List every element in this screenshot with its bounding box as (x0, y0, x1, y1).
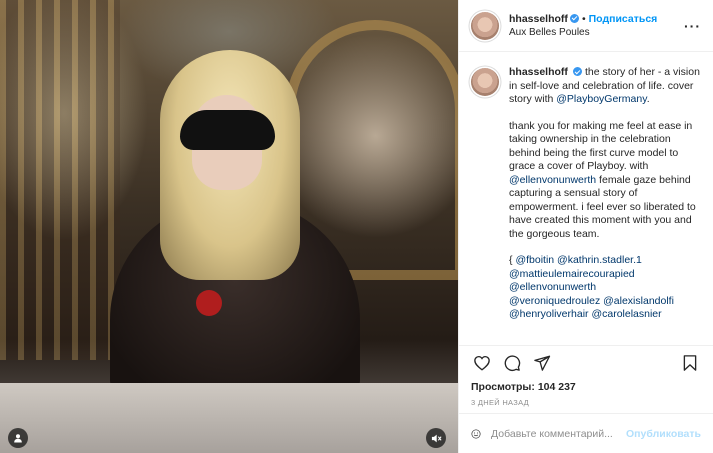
mention-link[interactable]: @alexislandolfi (603, 295, 674, 307)
avatar[interactable] (471, 11, 499, 40)
post-header: hhasselhoff • Подписаться Aux Belles Poule… (459, 0, 713, 52)
comment-input[interactable] (491, 427, 627, 440)
mention-link[interactable]: @carolelasnier (591, 308, 661, 320)
location-link[interactable]: Aux Belles Poules (509, 26, 657, 40)
comment-bar: Опубликовать (459, 413, 713, 453)
audio-toggle-button[interactable] (426, 428, 446, 448)
caption-avatar[interactable] (471, 68, 499, 96)
mention-link[interactable]: @ellenvonunwerth (509, 174, 596, 186)
views-value: 104 237 (537, 381, 576, 393)
follow-button[interactable]: Подписаться (589, 13, 658, 25)
share-button[interactable] (531, 352, 553, 374)
user-tag-button[interactable] (8, 428, 28, 448)
save-button[interactable] (679, 352, 701, 374)
table-foreground (0, 383, 458, 453)
background-wall (0, 0, 120, 360)
caption-text: hhasselhoff the story of her - a vision i… (509, 66, 701, 345)
comment-icon (504, 354, 521, 371)
view-count[interactable]: Просмотры: 104 237 (459, 379, 713, 395)
views-label: Просмотры: (471, 381, 535, 393)
mention-link[interactable]: @mattieulemairecourapied (509, 268, 635, 280)
paper-plane-icon (534, 355, 551, 371)
mute-speaker-icon (431, 434, 442, 442)
heart-icon (474, 355, 490, 371)
mention-link[interactable]: @ellenvonunwerth (509, 281, 596, 293)
mention-link[interactable]: @kathrin.stadler.1 (557, 254, 642, 266)
comment-button[interactable] (501, 352, 523, 374)
user-tag-icon (14, 434, 22, 443)
separator-dot: • (581, 12, 586, 25)
caption-area: hhasselhoff the story of her - a vision i… (459, 52, 713, 345)
verified-badge-icon (572, 67, 582, 76)
publish-button[interactable]: Опубликовать (626, 428, 701, 440)
figure-mask (180, 110, 275, 150)
more-horizontal-icon[interactable]: ··· (684, 18, 701, 34)
mention-link[interactable]: @PlayboyGermany (556, 93, 646, 105)
author-username[interactable]: hhasselhoff (509, 13, 568, 25)
caption-para2: thank you for making me feel at ease in … (509, 119, 693, 173)
rose (196, 290, 222, 316)
header-text: hhasselhoff • Подписаться Aux Belles Poule… (509, 12, 657, 40)
caption-username[interactable]: hhasselhoff (509, 66, 568, 78)
mention-link[interactable]: @fboitin (515, 254, 554, 266)
post-container: hhasselhoff • Подписаться Aux Belles Poule… (0, 0, 713, 453)
post-video[interactable] (0, 0, 458, 453)
post-timestamp[interactable]: 3 ДНЕЙ НАЗАД (459, 395, 713, 413)
caption-line1-end: . (646, 93, 650, 105)
mention-link[interactable]: @veroniquedroulez (509, 295, 600, 307)
post-side-panel: hhasselhoff • Подписаться Aux Belles Poule… (458, 0, 713, 453)
like-button[interactable] (471, 352, 493, 374)
bookmark-icon (683, 354, 697, 371)
verified-badge-icon (569, 13, 579, 23)
action-bar (459, 345, 713, 379)
smiley-icon[interactable] (471, 425, 481, 443)
mention-link[interactable]: @henryoliverhair (509, 308, 589, 320)
